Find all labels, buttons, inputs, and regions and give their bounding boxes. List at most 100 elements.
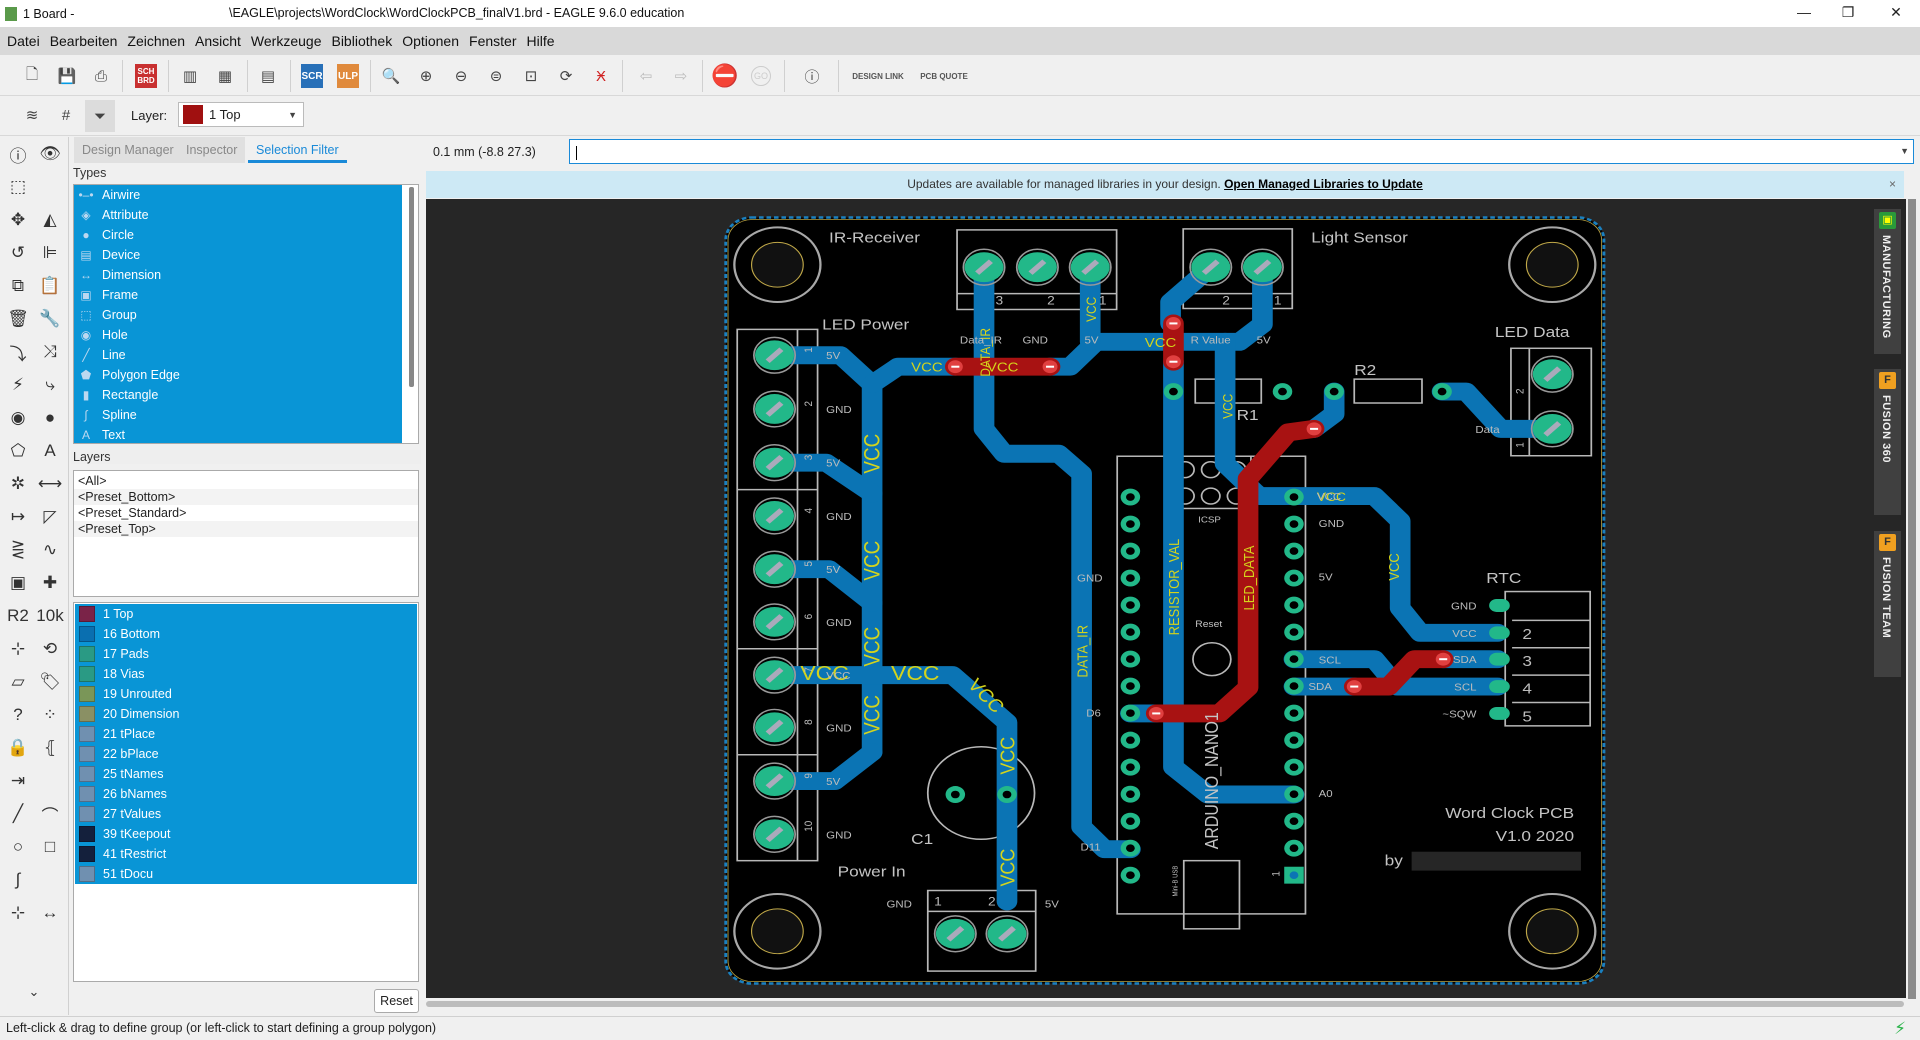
autoroute-icon[interactable]: ⤷ <box>35 370 65 400</box>
polygon-icon[interactable]: ⬠ <box>3 436 33 466</box>
type-filter-item[interactable]: •–• Airwire <box>74 185 402 205</box>
attribute-icon[interactable]: 🏷 <box>35 667 65 697</box>
menu-fenster[interactable]: Fenster <box>468 33 517 49</box>
rectangle-icon[interactable]: □ <box>35 832 65 862</box>
layer-preset-item[interactable]: <Preset_Top> <box>74 521 418 537</box>
help-icon[interactable]: ⓘ <box>798 62 826 90</box>
stop-icon[interactable]: ⛔ <box>711 62 739 90</box>
airwire-icon[interactable]: ⟷ <box>35 469 65 499</box>
layer-filter-item[interactable]: 22 bPlace <box>75 744 417 764</box>
via-icon[interactable]: ◉ <box>3 403 33 433</box>
swap-icon[interactable]: ⟲ <box>35 634 65 664</box>
cam-processor-icon[interactable]: ▥ <box>176 62 204 90</box>
smash-icon[interactable]: ? <box>3 700 33 730</box>
slice-icon[interactable]: ◸ <box>35 502 65 532</box>
design-link-button[interactable]: DESIGN LINK <box>852 62 904 90</box>
menu-werkzeuge[interactable]: Werkzeuge <box>250 33 323 49</box>
layer-filter-item[interactable]: 41 tRestrict <box>75 844 417 864</box>
layer-filter-item[interactable]: 16 Bottom <box>75 624 417 644</box>
minimize-button[interactable]: — <box>1782 0 1826 27</box>
layer-filter-item[interactable]: 21 tPlace <box>75 724 417 744</box>
package-icon[interactable]: ▱ <box>3 667 33 697</box>
delete-icon[interactable]: 🗑 <box>3 304 33 334</box>
menu-optionen[interactable]: Optionen <box>401 33 460 49</box>
align-icon[interactable]: ⊫ <box>35 238 65 268</box>
change-icon[interactable]: ⁘ <box>35 700 65 730</box>
undo-icon[interactable]: ⇦ <box>632 62 660 90</box>
add-part-icon[interactable]: ▣ <box>3 568 33 598</box>
ripup-icon[interactable]: ⤨ <box>35 337 65 367</box>
line-icon[interactable]: ╱ <box>3 799 33 829</box>
refresh-icon[interactable]: ⟳ <box>552 62 580 90</box>
type-filter-item[interactable]: ∫ Spline <box>74 405 402 425</box>
menu-datei[interactable]: Datei <box>6 33 41 49</box>
layer-filter-item[interactable]: 18 Vias <box>75 664 417 684</box>
mark-icon[interactable]: ⊹ <box>3 898 33 928</box>
pcb-quote-button[interactable]: PCB QUOTE <box>918 62 970 90</box>
chevron-down-icon[interactable]: ▼ <box>1900 140 1909 163</box>
menu-zeichnen[interactable]: Zeichnen <box>126 33 186 49</box>
layer-filter-item[interactable]: 51 tDocu <box>75 864 417 884</box>
print-icon[interactable]: ⎙ <box>87 62 115 90</box>
layer-preset-item[interactable]: <All> <box>74 473 418 489</box>
reset-button[interactable]: Reset <box>374 989 419 1013</box>
pcb-drawing[interactable]: IR-Receiver Light Sensor LED Power LED D… <box>720 210 1620 990</box>
type-filter-item[interactable]: ▤ Device <box>74 245 402 265</box>
type-filter-item[interactable]: ⬚ Group <box>74 305 402 325</box>
sch-brd-switch-button[interactable]: SCH BRD <box>135 64 157 88</box>
type-filter-item[interactable]: ╱ Line <box>74 345 402 365</box>
net-icon[interactable]: ✲ <box>3 469 33 499</box>
split-icon[interactable]: ⚡ <box>3 370 33 400</box>
vertical-scrollbar[interactable] <box>1908 199 1916 999</box>
menu-hilfe[interactable]: Hilfe <box>525 33 555 49</box>
spline-icon[interactable]: ∫ <box>3 865 33 895</box>
layer-filter-item[interactable]: 25 tNames <box>75 764 417 784</box>
zoom-out-icon[interactable]: ⊖ <box>447 62 475 90</box>
layer-filter-item[interactable]: 1 Top <box>75 604 417 624</box>
go-button[interactable]: GO <box>747 62 775 90</box>
open-managed-libraries-link[interactable]: Open Managed Libraries to Update <box>1224 177 1423 191</box>
move-icon[interactable]: ✥ <box>3 205 33 235</box>
hole-icon[interactable]: ● <box>35 403 65 433</box>
layer-select[interactable]: 1 Top ▼ <box>178 102 304 127</box>
filter-icon[interactable]: ⏷ <box>85 100 115 132</box>
meander-icon[interactable]: ↦ <box>3 502 33 532</box>
tab-design-manager[interactable]: Design Manager <box>74 137 182 163</box>
layer-preset-item[interactable]: <Preset_Standard> <box>74 505 418 521</box>
type-filter-item[interactable]: ◉ Hole <box>74 325 402 345</box>
pcb-canvas[interactable]: IR-Receiver Light Sensor LED Power LED D… <box>426 199 1873 998</box>
lightning-icon[interactable]: ⚡ <box>1894 1018 1906 1040</box>
save-icon[interactable]: 💾 <box>53 62 81 90</box>
arc-icon[interactable]: ⌒ <box>35 799 65 829</box>
types-scrollbar[interactable] <box>409 187 414 387</box>
library-icon[interactable]: ▤ <box>254 62 282 90</box>
text-icon[interactable]: A <box>35 436 65 466</box>
script-button[interactable]: SCR <box>301 64 323 88</box>
zoom-select-icon[interactable]: ⊡ <box>517 62 545 90</box>
ulp-button[interactable]: ULP <box>337 64 359 88</box>
layer-filter-item[interactable]: 20 Dimension <box>75 704 417 724</box>
tab-fusion-360[interactable]: F FUSION 360 <box>1874 369 1901 515</box>
restore-button[interactable]: ❐ <box>1826 0 1870 27</box>
manufacturing-export-icon[interactable]: ▦ <box>211 62 239 90</box>
layer-filter-item[interactable]: 17 Pads <box>75 644 417 664</box>
dimension-icon[interactable]: ↔ <box>35 898 65 928</box>
horizontal-scrollbar[interactable] <box>426 1001 1904 1007</box>
zoom-redraw-icon[interactable]: ⊜ <box>482 62 510 90</box>
close-notice-icon[interactable]: × <box>1889 171 1896 198</box>
route-icon[interactable]: ⤵ <box>3 337 33 367</box>
menu-bibliothek[interactable]: Bibliothek <box>330 33 393 49</box>
type-filter-item[interactable]: ◈ Attribute <box>74 205 402 225</box>
menu-bearbeiten[interactable]: Bearbeiten <box>49 33 119 49</box>
info-icon[interactable]: ⓘ <box>3 139 33 169</box>
name-icon[interactable]: R2 <box>3 601 33 631</box>
layer-filter-item[interactable]: 39 tKeepout <box>75 824 417 844</box>
tab-manufacturing[interactable]: ▣ MANUFACTURING <box>1874 209 1901 354</box>
type-filter-item[interactable]: ↔ Dimension <box>74 265 402 285</box>
group-select-icon[interactable]: ⬚ <box>3 172 33 202</box>
type-filter-item[interactable]: ▮ Rectangle <box>74 385 402 405</box>
tab-fusion-team[interactable]: F FUSION TEAM <box>1874 531 1901 677</box>
layer-preset-item[interactable]: <Preset_Bottom> <box>74 489 418 505</box>
command-input[interactable]: ▼ <box>569 139 1914 164</box>
lock-icon[interactable]: 🔒 <box>3 733 33 763</box>
